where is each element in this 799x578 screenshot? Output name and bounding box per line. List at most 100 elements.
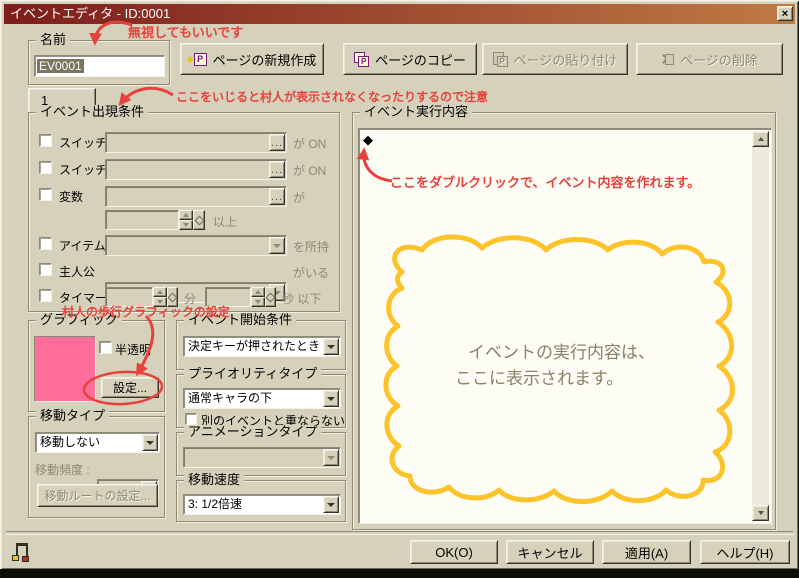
move-route-label: 移動ルートの設定...	[44, 487, 150, 504]
move-route-button: 移動ルートの設定...	[37, 484, 158, 507]
switch2-field: ...	[105, 159, 287, 180]
help-button[interactable]: ヘルプ(H)	[700, 540, 790, 564]
start-condition-dropdown[interactable]: 決定キーが押されたとき	[183, 336, 341, 357]
paste-page-button: P ページの貼り付け	[482, 43, 628, 75]
title-bar: イベントエディタ - ID:0001	[4, 4, 795, 24]
timer-sec-spinner	[251, 287, 265, 307]
priority-title: プライオリティタイプ	[184, 367, 321, 381]
copy-page-label: ページのコピー	[375, 50, 466, 69]
conditions-group: イベント出現条件 スイッチ ... が ON スイッチ ... が ON 変数 …	[28, 112, 340, 312]
copy-page-button[interactable]: P ページのコピー	[343, 43, 477, 75]
animation-group: アニメーションタイプ	[176, 432, 346, 476]
animation-value	[184, 448, 340, 450]
switch1-suffix: が ON	[293, 135, 326, 152]
paste-page-icon: P	[493, 52, 508, 67]
delete-page-icon	[661, 53, 674, 66]
cloud-text-line1: イベントの実行内容は、	[468, 338, 655, 363]
graphic-preview[interactable]	[34, 336, 96, 402]
hero-checkbox[interactable]	[39, 263, 52, 276]
footer-separator	[6, 531, 793, 535]
ellipsis-icon: ...	[271, 166, 283, 174]
variable-checkbox[interactable]	[39, 188, 52, 201]
cancel-label: キャンセル	[517, 543, 582, 562]
ellipsis-icon: ...	[271, 193, 283, 201]
animation-dropdown	[183, 447, 341, 468]
translucent-label: 半透明	[115, 341, 151, 358]
new-page-button[interactable]: P ページの新規作成	[180, 43, 324, 75]
ok-button[interactable]: OK(O)	[410, 540, 498, 564]
scroll-down-button[interactable]	[752, 505, 769, 521]
cloud-text-line2: ここに表示されます。	[455, 364, 623, 389]
move-frequency-label: 移動頻度 :	[35, 461, 90, 478]
move-speed-value: 3: 1/2倍速	[184, 495, 340, 512]
annotation-caution: ここをいじると村人が表示されなくなったりするので注意	[176, 88, 488, 105]
animation-title: アニメーションタイプ	[184, 425, 321, 439]
switch1-label: スイッチ	[59, 134, 107, 151]
dropdown-arrow-icon	[323, 449, 339, 466]
variable-value-field	[105, 210, 179, 230]
close-button[interactable]: ×	[777, 6, 793, 21]
item-label: アイテム	[59, 237, 106, 254]
command-marker: ◆	[363, 132, 373, 147]
event-editor-dialog: イベントエディタ - ID:0001 × 名前 EV0001 P ページの新規作…	[0, 0, 799, 578]
variable-compare-label: 以上	[213, 213, 237, 230]
move-speed-group: 移動速度 3: 1/2倍速	[176, 480, 346, 522]
move-type-dropdown[interactable]: 移動しない	[35, 432, 160, 453]
move-type-group: 移動タイプ 移動しない 移動頻度 : 移動ルートの設定...	[28, 416, 165, 518]
variable-field: ...	[105, 186, 287, 207]
variable-suffix: が	[293, 189, 305, 206]
delete-page-label: ページの削除	[680, 50, 758, 69]
hero-suffix: がいる	[293, 264, 329, 281]
graphic-settings-label: 設定...	[113, 379, 147, 396]
switch1-checkbox[interactable]	[39, 134, 52, 147]
dropdown-arrow-icon	[323, 338, 339, 355]
move-type-title: 移動タイプ	[36, 409, 109, 423]
event-command-row[interactable]: ◆	[363, 133, 373, 146]
delete-page-button: ページの削除	[636, 43, 783, 75]
annotation-ignore: 無視してもいいです	[128, 22, 243, 41]
graphic-settings-button[interactable]: 設定...	[101, 377, 159, 398]
item-dropdown	[105, 235, 287, 256]
help-label: ヘルプ(H)	[716, 543, 773, 562]
apply-label: 適用(A)	[625, 543, 668, 562]
window-title: イベントエディタ - ID:0001	[10, 6, 170, 21]
priority-value: 通常キャラの下	[184, 389, 340, 406]
timer-sec-suffix: 秒 以下	[282, 290, 321, 307]
variable-value-option-button	[193, 210, 205, 230]
move-type-value: 移動しない	[36, 433, 159, 450]
apply-button[interactable]: 適用(A)	[602, 540, 691, 564]
command-list-scrollbar[interactable]	[752, 131, 769, 521]
switch2-checkbox[interactable]	[39, 161, 52, 174]
event-name-input[interactable]: EV0001	[34, 55, 165, 77]
diamond-icon	[194, 215, 204, 225]
translucent-checkbox[interactable]	[99, 341, 112, 354]
graphic-group: グラフィック 半透明 設定...	[28, 320, 165, 412]
switch1-field: ...	[105, 132, 287, 153]
scroll-up-button[interactable]	[752, 131, 769, 147]
ellipsis-icon: ...	[271, 139, 283, 147]
event-name-value: EV0001	[37, 59, 84, 73]
close-icon: ×	[782, 8, 788, 20]
timer-checkbox[interactable]	[39, 289, 52, 302]
diamond-icon	[266, 292, 276, 302]
diamond-icon	[168, 292, 178, 302]
cancel-button[interactable]: キャンセル	[506, 540, 594, 564]
paste-page-label: ページの貼り付け	[514, 50, 618, 69]
priority-dropdown[interactable]: 通常キャラの下	[183, 388, 341, 409]
timer-sec-option-button	[265, 287, 276, 307]
conditions-title: イベント出現条件	[36, 105, 148, 119]
dropdown-arrow-icon	[323, 390, 339, 407]
new-page-label: ページの新規作成	[213, 50, 317, 69]
move-speed-title: 移動速度	[184, 473, 244, 487]
copy-page-icon: P	[354, 52, 369, 67]
annotation-graphic-note: 村人の歩行グラフィックの設定	[62, 303, 230, 320]
name-group-label: 名前	[36, 33, 70, 47]
start-condition-group: イベント開始条件 決定キーが押されたとき	[176, 320, 346, 370]
item-checkbox[interactable]	[39, 237, 52, 250]
move-speed-dropdown[interactable]: 3: 1/2倍速	[183, 494, 341, 515]
dropdown-arrow-icon	[269, 237, 285, 254]
switch1-browse-button: ...	[269, 134, 285, 151]
bottom-strip	[0, 569, 799, 578]
variable-value-spinner	[179, 210, 193, 230]
variable-browse-button: ...	[269, 188, 285, 205]
